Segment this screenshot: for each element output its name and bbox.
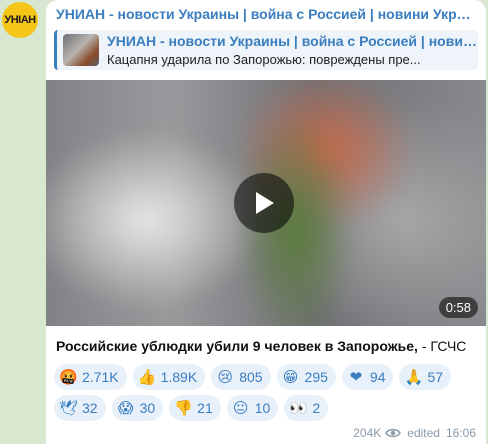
reaction-count: 10 [254, 400, 271, 416]
reaction-count: 805 [239, 369, 263, 385]
reaction-emoji: 🕊 [59, 399, 79, 417]
reaction-emoji: 👀 [289, 399, 308, 417]
eye-icon [385, 427, 402, 439]
reaction-emoji: 😱 [117, 399, 134, 417]
caption-bold: Российские ублюдки убили 9 человек в Зап… [56, 338, 418, 354]
reaction-chip[interactable]: 😱 30 [111, 395, 164, 421]
reaction-count: 57 [427, 369, 444, 385]
message-meta: 204K edited 16:06 [353, 426, 476, 440]
edited-label: edited [407, 426, 440, 440]
reaction-chip[interactable]: 😁 295 [276, 364, 336, 390]
reaction-count: 30 [139, 400, 156, 416]
video-duration: 0:58 [438, 297, 478, 318]
reaction-count: 21 [197, 400, 213, 416]
message-caption: Российские ублюдки убили 9 человек в Зап… [56, 338, 476, 354]
reaction-chip[interactable]: 👎 21 [169, 395, 221, 421]
reaction-count: 94 [369, 369, 386, 385]
reaction-chip[interactable]: 🙏 57 [399, 364, 452, 390]
reaction-emoji: 👎 [174, 399, 193, 417]
channel-avatar[interactable]: УНIAН [2, 2, 38, 38]
reply-title: УНИАН - новости Украины | война с Россие… [107, 33, 477, 49]
video-player[interactable]: 0:58 [46, 80, 486, 326]
view-count: 204K [353, 426, 382, 440]
reaction-emoji: 😢 [217, 368, 233, 386]
play-icon [256, 192, 274, 214]
reaction-emoji: 🙏 [404, 368, 424, 386]
reaction-chip[interactable]: 😐 10 [226, 395, 279, 421]
reaction-emoji: 😁 [282, 368, 299, 386]
reaction-emoji: ❤ [349, 368, 363, 386]
reaction-count: 1.89K [160, 369, 198, 385]
message-time: 16:06 [445, 426, 476, 440]
caption-rest: - ГСЧС [417, 338, 467, 354]
reaction-count: 295 [304, 369, 328, 385]
reaction-count: 2 [312, 400, 321, 416]
reaction-count: 2.71K [82, 369, 119, 385]
reaction-chip[interactable]: 🤬 2.71K [54, 364, 127, 390]
play-button[interactable] [234, 173, 294, 233]
message-bubble: УНИАН - новости Украины | война с Россие… [46, 0, 486, 444]
reaction-chip[interactable]: 👀 2 [284, 395, 329, 421]
reaction-chip[interactable]: 🕊 32 [54, 395, 106, 421]
reply-preview[interactable]: УНИАН - новости Украины | война с Россие… [54, 30, 478, 70]
reply-text: Кацапня ударила по Запорожью: повреждены… [107, 52, 421, 67]
avatar-text: УНIAН [4, 14, 36, 26]
reaction-chip[interactable]: 😢 805 [211, 364, 271, 390]
reactions-bar: 🤬 2.71K 👍 1.89K 😢 805 😁 295 ❤ 94 🙏 57 🕊 32 😱 30 👎 21 😐 10 👀 2 [54, 364, 484, 421]
reply-thumbnail [63, 34, 99, 66]
reaction-count: 32 [82, 400, 98, 416]
channel-title[interactable]: УНИАН - новости Украины | война с Россие… [56, 6, 476, 22]
reaction-emoji: 😐 [232, 399, 249, 417]
reaction-emoji: 🤬 [59, 368, 78, 386]
reaction-emoji: 👍 [137, 368, 157, 386]
reaction-chip[interactable]: ❤ 94 [341, 364, 394, 390]
reaction-chip[interactable]: 👍 1.89K [132, 364, 206, 390]
